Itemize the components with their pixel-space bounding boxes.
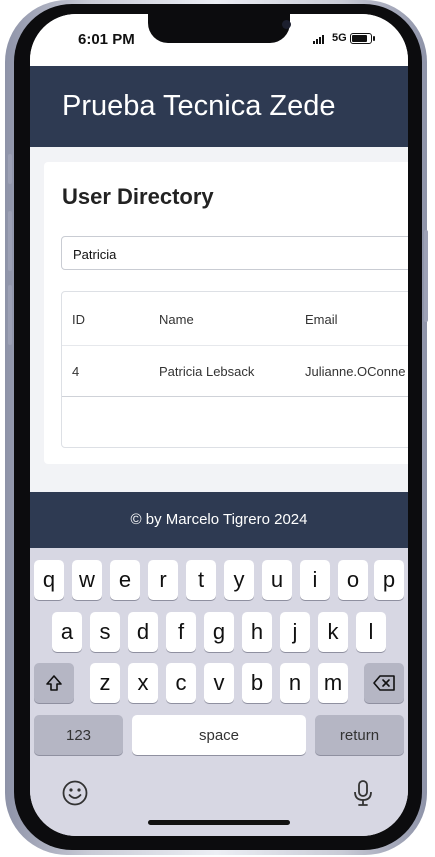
emoji-icon (62, 780, 88, 806)
search-input[interactable]: Patricia (61, 236, 408, 270)
key-t[interactable]: t (186, 560, 216, 600)
emoji-button[interactable] (60, 778, 90, 808)
key-w[interactable]: w (72, 560, 102, 600)
column-header-email: Email (305, 312, 338, 327)
key-i[interactable]: i (300, 560, 330, 600)
phone-side-button (8, 154, 12, 184)
return-key[interactable]: return (315, 715, 404, 755)
shift-icon (46, 675, 62, 691)
key-e[interactable]: e (110, 560, 140, 600)
key-q[interactable]: q (34, 560, 64, 600)
column-header-name: Name (159, 312, 194, 327)
users-table: ID Name Email 4 Patricia Lebsack Juliann… (61, 291, 408, 448)
numbers-key[interactable]: 123 (34, 715, 123, 755)
status-bar: 6:01 PM 5G (30, 14, 408, 66)
backspace-icon (373, 675, 395, 691)
user-directory-card: User Directory Patricia ID Name Email 4 … (44, 162, 408, 464)
key-h[interactable]: h (242, 612, 272, 652)
shift-key[interactable] (34, 663, 74, 703)
phone-volume-up-button (8, 211, 12, 271)
signal-icon (313, 34, 327, 44)
key-j[interactable]: j (280, 612, 310, 652)
phone-volume-down-button (8, 285, 12, 345)
key-r[interactable]: r (148, 560, 178, 600)
microphone-icon (354, 780, 372, 806)
key-c[interactable]: c (166, 663, 196, 703)
delete-key[interactable] (364, 663, 404, 703)
page-title: User Directory (62, 184, 214, 209)
network-label: 5G (332, 32, 347, 44)
cell-email: Julianne.OConne (305, 364, 406, 379)
microphone-button[interactable] (348, 778, 378, 808)
status-time: 6:01 PM (78, 31, 135, 48)
notch (148, 14, 291, 43)
key-p[interactable]: p (374, 560, 404, 600)
battery-tip (373, 36, 375, 41)
cell-name: Patricia Lebsack (159, 364, 255, 379)
column-header-id: ID (72, 312, 85, 327)
space-key[interactable]: space (132, 715, 306, 755)
keyboard: q w e r t y u i o p a s d f g h j k l z … (30, 548, 408, 836)
app-header: Prueba Tecnica Zede (30, 66, 408, 147)
key-y[interactable]: y (224, 560, 254, 600)
key-k[interactable]: k (318, 612, 348, 652)
home-indicator (148, 820, 290, 825)
main-content: User Directory Patricia ID Name Email 4 … (30, 147, 408, 492)
app-footer: © by Marcelo Tigrero 2024 (30, 492, 408, 548)
key-g[interactable]: g (204, 612, 234, 652)
app-title: Prueba Tecnica Zede (62, 90, 336, 122)
phone-power-button (424, 230, 428, 322)
search-input-value: Patricia (73, 247, 117, 262)
table-footer-divider (62, 396, 408, 397)
key-x[interactable]: x (128, 663, 158, 703)
key-d[interactable]: d (128, 612, 158, 652)
camera-icon (282, 20, 291, 29)
key-m[interactable]: m (318, 663, 348, 703)
key-o[interactable]: o (338, 560, 368, 600)
key-l[interactable]: l (356, 612, 386, 652)
header-divider (62, 345, 408, 346)
battery-icon (350, 33, 372, 44)
key-v[interactable]: v (204, 663, 234, 703)
phone-screen: 6:01 PM 5G Prueba Tecnica Zede User Dire… (30, 14, 408, 836)
key-u[interactable]: u (262, 560, 292, 600)
key-s[interactable]: s (90, 612, 120, 652)
cell-id: 4 (72, 364, 80, 379)
key-a[interactable]: a (52, 612, 82, 652)
key-f[interactable]: f (166, 612, 196, 652)
footer-text: © by Marcelo Tigrero 2024 (130, 511, 308, 528)
key-b[interactable]: b (242, 663, 272, 703)
key-n[interactable]: n (280, 663, 310, 703)
key-z[interactable]: z (90, 663, 120, 703)
